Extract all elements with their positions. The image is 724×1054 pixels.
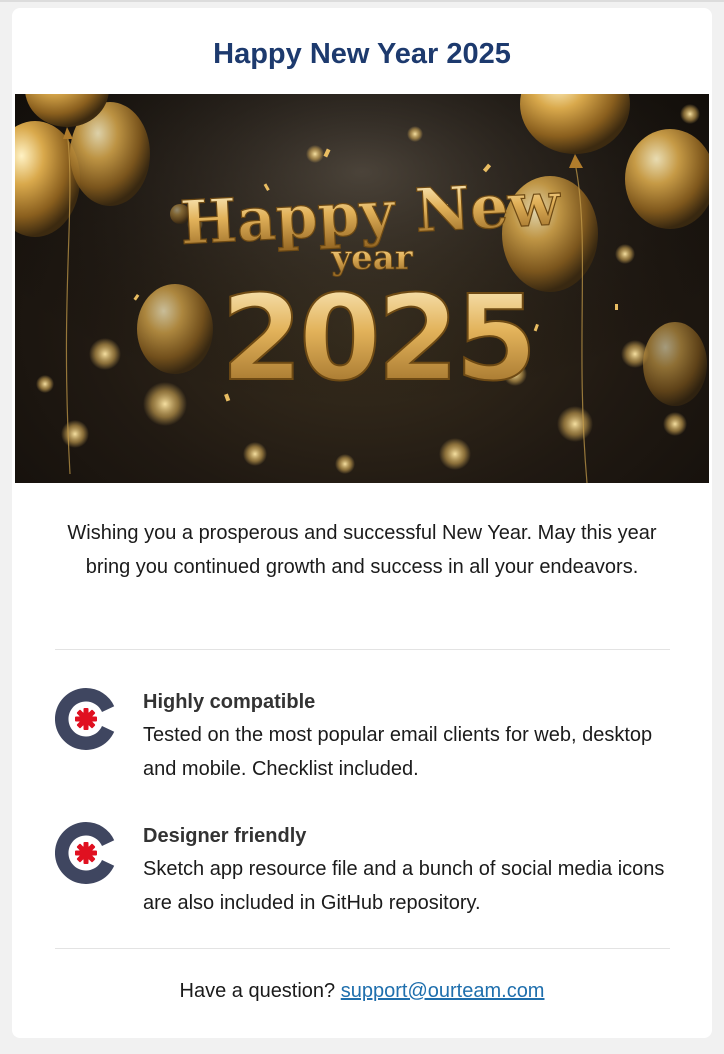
- divider-bottom: [55, 948, 670, 949]
- footer: Have a question? support@ourteam.com: [12, 976, 712, 1006]
- email-card: Happy New Year 2025 Happy New year 2025 …: [12, 8, 712, 1038]
- feature-title: Highly compatible: [143, 691, 316, 713]
- email-title: Happy New Year 2025: [213, 38, 511, 70]
- feature-description: Tested on the most popular email clients…: [143, 724, 653, 780]
- hero-image: Happy New year 2025: [15, 94, 709, 483]
- hero-illustration: Happy New year 2025: [15, 94, 709, 483]
- feature-title: Designer friendly: [143, 825, 307, 847]
- gear-logo-icon: [55, 822, 115, 884]
- support-email-link[interactable]: support@ourteam.com: [341, 980, 545, 1002]
- divider-top: [55, 649, 670, 650]
- feature-description: Sketch app resource file and a bunch of …: [143, 858, 665, 914]
- gear-logo-icon: [55, 688, 115, 750]
- intro-text: Wishing you a prosperous and successful …: [67, 522, 657, 578]
- footer-question: Have a question?: [179, 980, 336, 1002]
- hero-text: Happy New year 2025: [178, 168, 564, 408]
- hero-line-2025: 2025: [221, 269, 533, 407]
- window-top-border: [0, 0, 724, 2]
